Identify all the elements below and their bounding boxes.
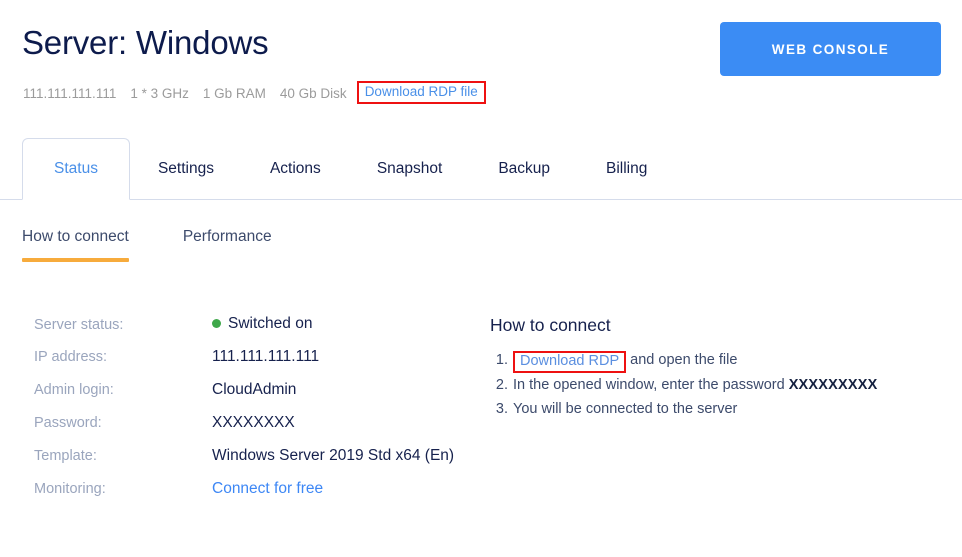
download-rdp-link[interactable]: Download RDP	[513, 351, 627, 373]
detail-row-admin-login: Admin login: CloudAdmin	[34, 381, 494, 414]
howto-step-3-number: 3.	[495, 400, 508, 417]
download-rdp-file-link[interactable]: Download RDP file	[356, 81, 486, 104]
sub-tab-bar: How to connect Performance	[22, 228, 326, 262]
detail-row-server-status: Server status: Switched on	[34, 315, 494, 348]
how-to-connect-panel: How to connect 1. Download RDP and open …	[490, 315, 950, 423]
howto-step-1-number: 1.	[495, 352, 508, 368]
detail-row-template: Template: Windows Server 2019 Std x64 (E…	[34, 447, 494, 480]
value-server-status: Switched on	[212, 315, 312, 333]
server-specs: 111.111.111.111 1 * 3 GHz 1 Gb RAM 40 Gb…	[23, 81, 486, 105]
server-status-text: Switched on	[228, 315, 313, 332]
spec-disk: 40 Gb Disk	[279, 85, 347, 101]
web-console-button[interactable]: WEB CONSOLE	[720, 22, 941, 76]
detail-row-monitoring: Monitoring: Connect for free	[34, 480, 494, 513]
tab-backup[interactable]: Backup	[470, 138, 578, 200]
status-dot-icon	[212, 318, 221, 328]
howto-step-3: 3. You will be connected to the server	[496, 399, 950, 420]
tab-status[interactable]: Status	[22, 138, 130, 200]
how-to-connect-title: How to connect	[490, 315, 611, 335]
value-template: Windows Server 2019 Std x64 (En)	[212, 447, 455, 464]
spec-ram: 1 Gb RAM	[202, 85, 266, 101]
spec-ip: 111.111.111.111	[23, 85, 117, 101]
label-admin-login: Admin login:	[34, 382, 114, 398]
label-template: Template:	[34, 448, 97, 464]
label-monitoring: Monitoring:	[34, 481, 106, 497]
value-password: XXXXXXXX	[212, 414, 295, 431]
main-tabs: Status Settings Actions Snapshot Backup …	[22, 138, 675, 200]
howto-step-2-text: In the opened window, enter the password	[513, 376, 789, 393]
howto-step-2: 2. In the opened window, enter the passw…	[496, 375, 950, 396]
main-tab-bar: Status Settings Actions Snapshot Backup …	[0, 138, 962, 200]
howto-step-1: 1. Download RDP and open the file	[496, 350, 950, 373]
server-details-page: Server: Windows 111.111.111.111 1 * 3 GH…	[0, 0, 962, 557]
detail-row-password: Password: XXXXXXXX	[34, 414, 494, 447]
tab-actions[interactable]: Actions	[242, 138, 349, 200]
detail-row-ip-address: IP address: 111.111.111.111	[34, 348, 494, 381]
label-ip-address: IP address:	[34, 349, 108, 365]
spec-cpu: 1 * 3 GHz	[130, 85, 189, 101]
tab-snapshot[interactable]: Snapshot	[349, 138, 471, 200]
page-header: Server: Windows 111.111.111.111 1 * 3 GH…	[0, 0, 962, 120]
label-server-status: Server status:	[34, 316, 124, 333]
tab-settings[interactable]: Settings	[130, 138, 242, 200]
tab-bar-divider	[0, 199, 962, 200]
howto-step-3-text: You will be connected to the server	[513, 400, 738, 417]
value-ip-address: 111.111.111.111	[212, 348, 320, 365]
value-admin-login: CloudAdmin	[212, 381, 297, 398]
howto-step-2-password: XXXXXXXXX	[788, 376, 878, 393]
subtab-performance[interactable]: Performance	[183, 228, 272, 262]
connect-for-free-link[interactable]: Connect for free	[212, 480, 323, 498]
how-to-connect-steps: 1. Download RDP and open the file 2. In …	[490, 350, 950, 420]
label-password: Password:	[34, 415, 102, 431]
page-title: Server: Windows	[22, 24, 269, 61]
howto-step-1-text: and open the file	[626, 352, 738, 368]
howto-step-2-number: 2.	[495, 376, 508, 393]
server-details-list: Server status: Switched on IP address: 1…	[34, 315, 494, 513]
subtab-how-to-connect[interactable]: How to connect	[22, 228, 129, 262]
tab-billing[interactable]: Billing	[578, 138, 675, 200]
